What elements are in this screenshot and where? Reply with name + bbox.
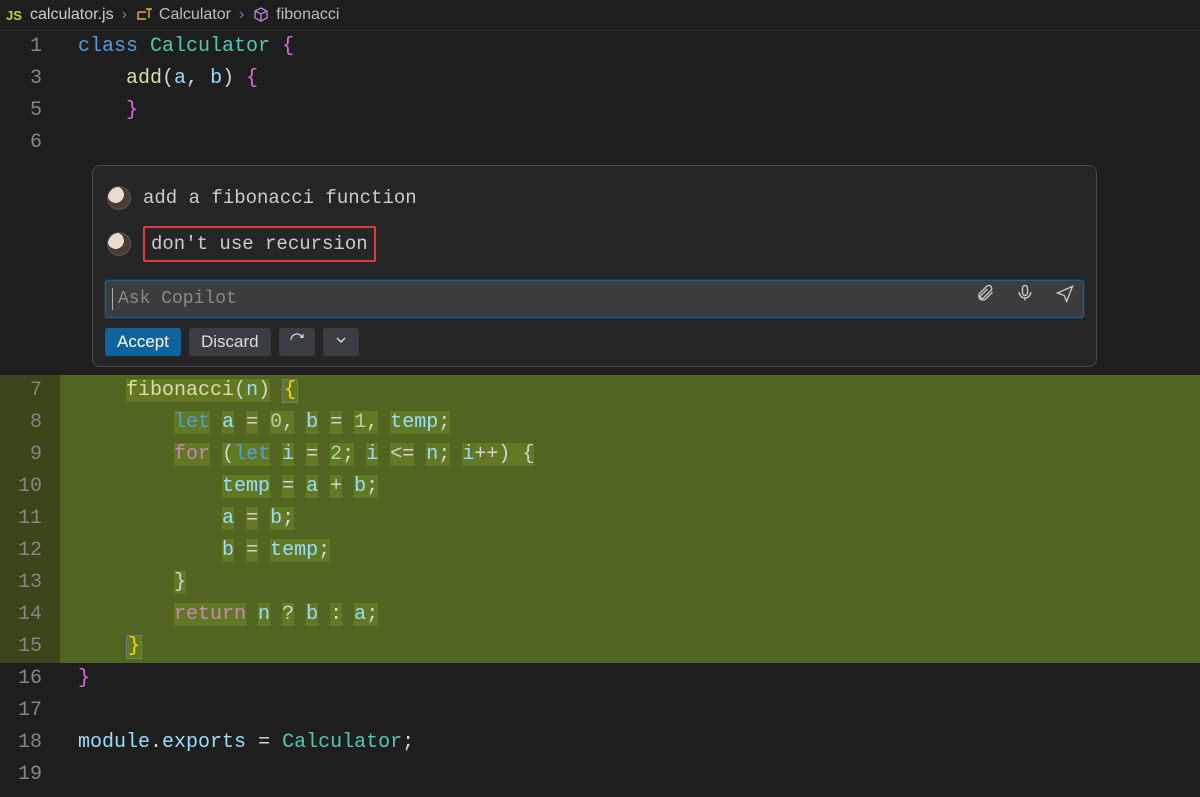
code-line[interactable]: 18module.exports = Calculator; bbox=[0, 727, 1200, 759]
refresh-icon bbox=[289, 332, 305, 353]
line-number: 8 bbox=[0, 407, 60, 439]
code-line[interactable]: 7 fibonacci(n) { bbox=[0, 375, 1200, 407]
breadcrumb-file[interactable]: calculator.js bbox=[30, 6, 114, 24]
microphone-icon[interactable] bbox=[1015, 283, 1035, 315]
line-number: 1 bbox=[0, 31, 60, 63]
code-line[interactable]: 12 b = temp; bbox=[0, 535, 1200, 567]
code-line[interactable]: 10 temp = a + b; bbox=[0, 471, 1200, 503]
line-number: 5 bbox=[0, 95, 60, 127]
user-avatar-icon bbox=[107, 186, 131, 210]
accept-button[interactable]: Accept bbox=[105, 328, 181, 356]
code-content[interactable]: let a = 0, b = 1, temp; bbox=[60, 407, 1200, 439]
code-line[interactable]: 5 } bbox=[0, 95, 1200, 127]
line-number: 18 bbox=[0, 727, 60, 759]
code-line[interactable]: 8 let a = 0, b = 1, temp; bbox=[0, 407, 1200, 439]
code-line[interactable]: 19 bbox=[0, 759, 1200, 791]
send-icon[interactable] bbox=[1055, 283, 1075, 315]
chevron-right-icon: › bbox=[239, 6, 244, 24]
chat-message: don't use recursion bbox=[105, 220, 1084, 268]
paperclip-icon[interactable] bbox=[975, 283, 995, 315]
code-content[interactable]: class Calculator { bbox=[60, 31, 1200, 63]
code-line[interactable]: 14 return n ? b : a; bbox=[0, 599, 1200, 631]
code-line[interactable]: 9 for (let i = 2; i <= n; i++) { bbox=[0, 439, 1200, 471]
code-content[interactable]: for (let i = 2; i <= n; i++) { bbox=[60, 439, 1200, 471]
code-content[interactable]: module.exports = Calculator; bbox=[60, 727, 1200, 759]
code-content[interactable]: a = b; bbox=[60, 503, 1200, 535]
line-number: 12 bbox=[0, 535, 60, 567]
code-content[interactable]: } bbox=[60, 663, 1200, 695]
svg-text:JS: JS bbox=[6, 8, 22, 23]
line-number: 6 bbox=[0, 127, 60, 159]
code-content[interactable] bbox=[60, 127, 1200, 159]
line-number: 13 bbox=[0, 567, 60, 599]
line-number: 7 bbox=[0, 375, 60, 407]
line-number: 14 bbox=[0, 599, 60, 631]
user-avatar-icon bbox=[107, 232, 131, 256]
copilot-input-placeholder: Ask Copilot bbox=[118, 283, 975, 315]
code-line[interactable]: 3 add(a, b) { bbox=[0, 63, 1200, 95]
code-content[interactable]: } bbox=[60, 631, 1200, 663]
chevron-down-icon bbox=[333, 332, 349, 353]
code-line[interactable]: 1class Calculator { bbox=[0, 31, 1200, 63]
code-content[interactable]: fibonacci(n) { bbox=[60, 375, 1200, 407]
breadcrumb-method[interactable]: fibonacci bbox=[276, 6, 339, 24]
text-caret-icon bbox=[112, 288, 113, 310]
chat-message: add a fibonacci function bbox=[105, 176, 1084, 220]
line-number: 17 bbox=[0, 695, 60, 727]
js-file-icon: JS bbox=[6, 6, 24, 24]
line-number: 19 bbox=[0, 759, 60, 791]
code-content[interactable]: b = temp; bbox=[60, 535, 1200, 567]
code-editor[interactable]: 1class Calculator {3 add(a, b) {5 }6 add… bbox=[0, 31, 1200, 791]
line-number: 11 bbox=[0, 503, 60, 535]
code-line[interactable]: 13 } bbox=[0, 567, 1200, 599]
code-content[interactable]: } bbox=[60, 567, 1200, 599]
chat-message-text: add a fibonacci function bbox=[143, 182, 417, 214]
code-line[interactable]: 6 bbox=[0, 127, 1200, 159]
line-number: 9 bbox=[0, 439, 60, 471]
more-actions-button[interactable] bbox=[323, 328, 359, 356]
code-content[interactable] bbox=[60, 695, 1200, 727]
class-icon bbox=[135, 6, 153, 24]
chevron-right-icon: › bbox=[122, 6, 127, 24]
code-line[interactable]: 16} bbox=[0, 663, 1200, 695]
copilot-input[interactable]: Ask Copilot bbox=[105, 280, 1084, 318]
method-icon bbox=[252, 6, 270, 24]
breadcrumb-class[interactable]: Calculator bbox=[159, 6, 231, 24]
breadcrumb: JS calculator.js › Calculator › fibonacc… bbox=[0, 0, 1200, 31]
code-content[interactable]: add(a, b) { bbox=[60, 63, 1200, 95]
discard-button[interactable]: Discard bbox=[189, 328, 271, 356]
chat-message-text: don't use recursion bbox=[143, 226, 376, 262]
code-content[interactable] bbox=[60, 759, 1200, 791]
regenerate-button[interactable] bbox=[279, 328, 315, 356]
copilot-action-row: Accept Discard bbox=[105, 328, 1084, 356]
code-line[interactable]: 17 bbox=[0, 695, 1200, 727]
code-content[interactable]: temp = a + b; bbox=[60, 471, 1200, 503]
line-number: 10 bbox=[0, 471, 60, 503]
line-number: 15 bbox=[0, 631, 60, 663]
copilot-inline-panel: add a fibonacci function don't use recur… bbox=[92, 165, 1097, 367]
line-number: 16 bbox=[0, 663, 60, 695]
code-content[interactable]: } bbox=[60, 95, 1200, 127]
code-content[interactable]: return n ? b : a; bbox=[60, 599, 1200, 631]
line-number: 3 bbox=[0, 63, 60, 95]
code-line[interactable]: 11 a = b; bbox=[0, 503, 1200, 535]
code-line[interactable]: 15 } bbox=[0, 631, 1200, 663]
